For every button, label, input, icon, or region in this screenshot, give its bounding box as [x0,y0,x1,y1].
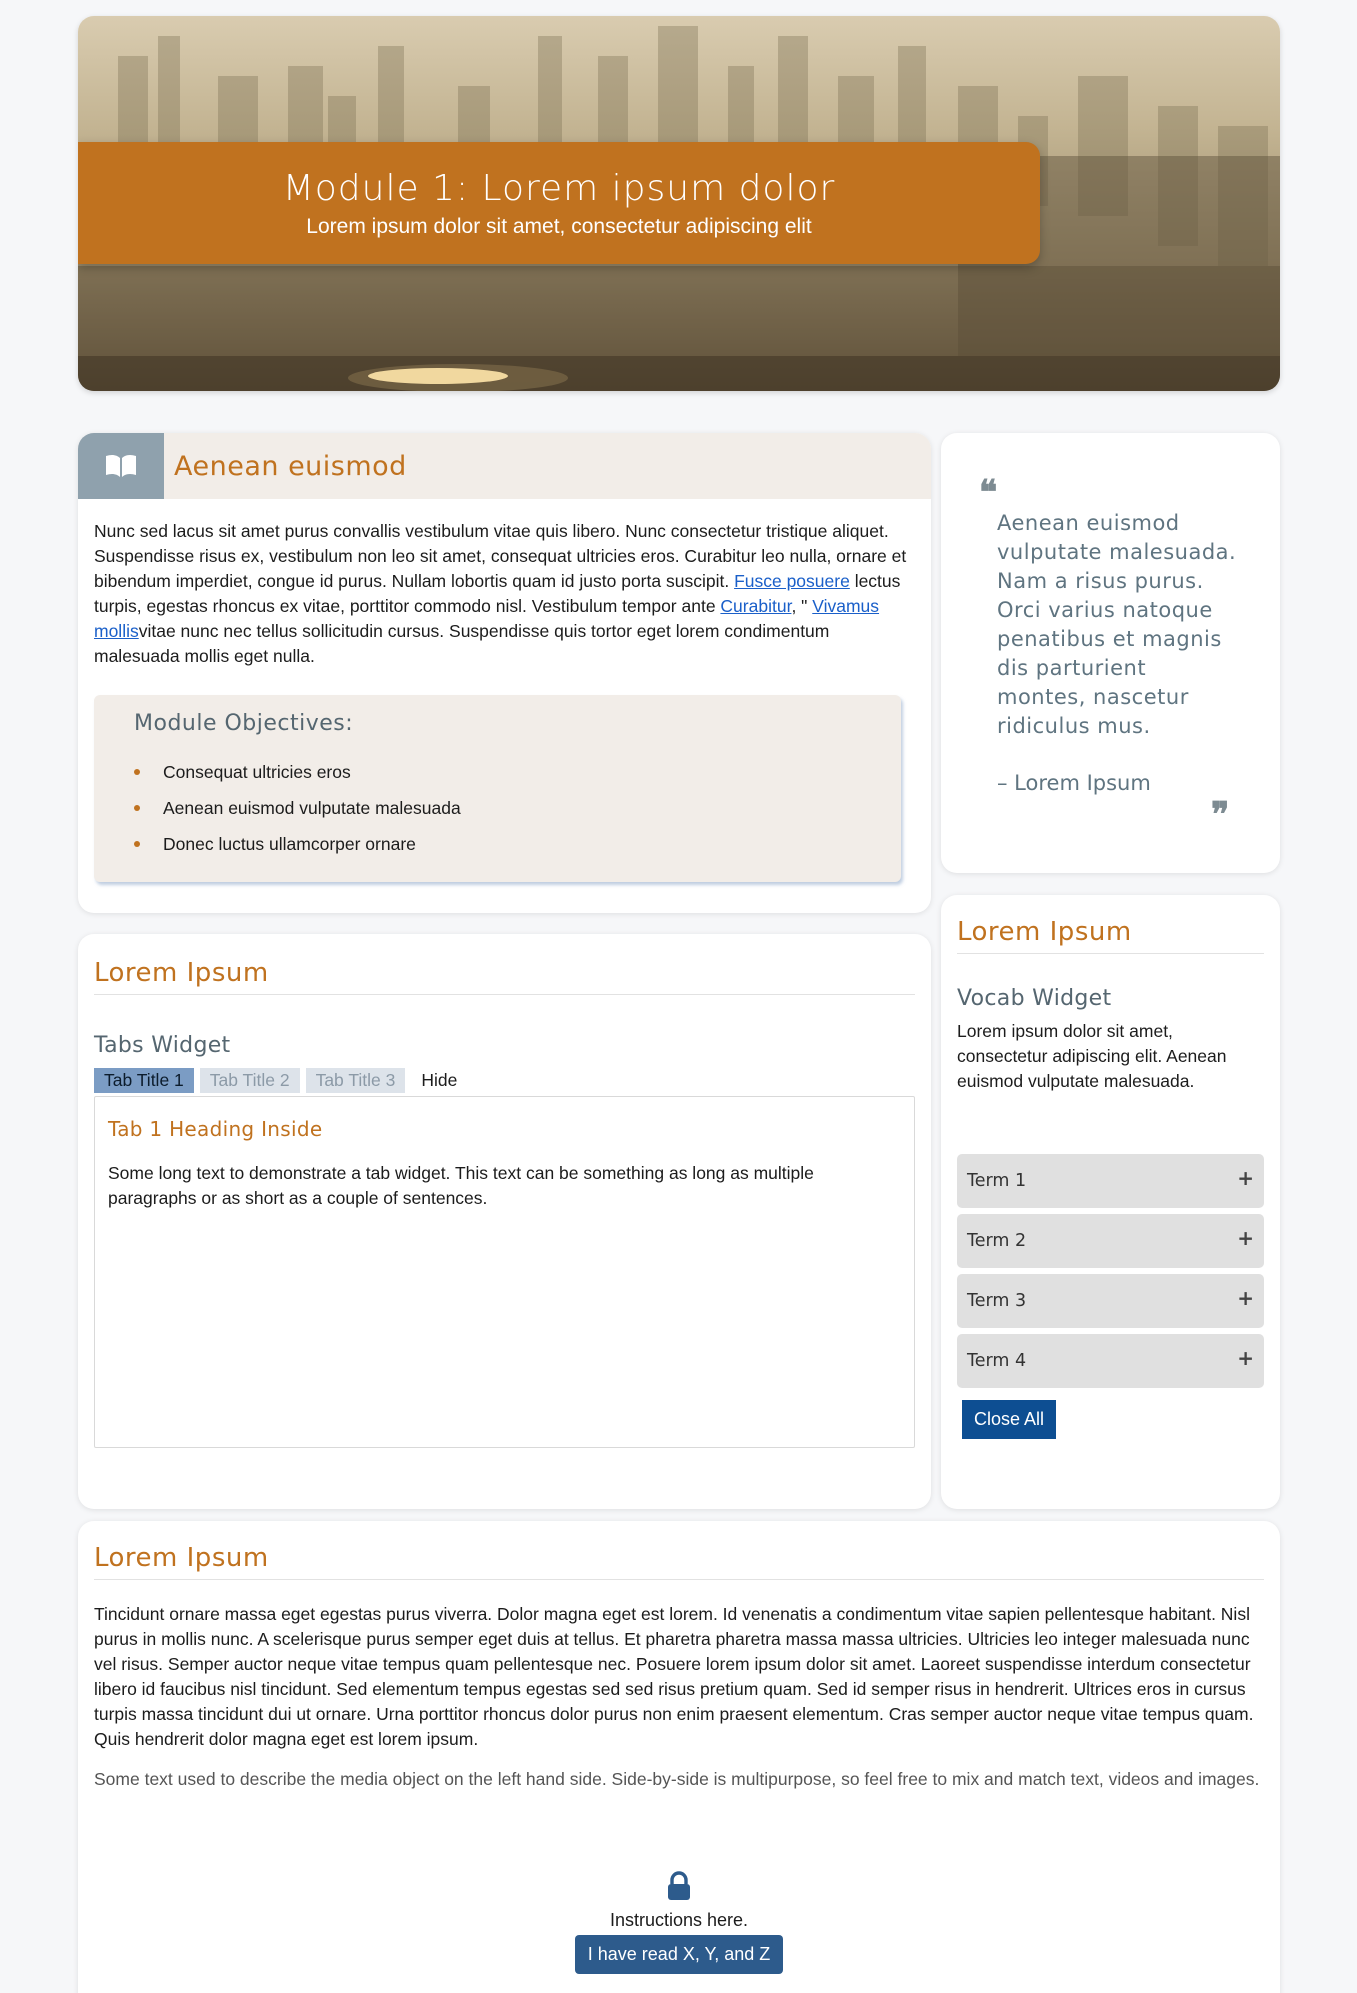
vocab-widget-title: Vocab Widget [957,986,1112,1011]
vocab-term-3[interactable]: Term 3 + [957,1274,1264,1328]
vocab-card: Lorem Ipsum Vocab Widget Lorem ipsum dol… [941,895,1280,1509]
locked-content-gate: Instructions here. I have read X, Y, and… [78,1871,1280,1974]
objectives-title: Module Objectives: [134,711,354,736]
quote-card: ❝ Aenean euismod vulputate malesuada. Na… [941,433,1280,873]
confirm-read-button[interactable]: I have read X, Y, and Z [574,1935,784,1974]
intro-card-body: Nunc sed lacus sit amet purus convallis … [78,499,931,882]
term-label: Term 2 [967,1231,1027,1251]
vocab-term-4[interactable]: Term 4 + [957,1334,1264,1388]
body-paragraph: Tincidunt ornare massa eget egestas puru… [94,1604,1254,1749]
tab-heading: Tab 1 Heading Inside [108,1117,323,1141]
quote-text: Aenean euismod vulputate malesuada. Nam … [997,511,1237,738]
bottom-card-content: Lorem Ipsum Tincidunt ornare massa eget … [94,1543,1264,1792]
section-title: Lorem Ipsum [94,1543,1264,1580]
book-icon [78,433,164,499]
hide-tabs-button[interactable]: Hide [411,1068,467,1093]
intro-card-header: Aenean euismod [78,433,931,499]
vocab-term-1[interactable]: Term 1 + [957,1154,1264,1208]
page-subtitle: Lorem ipsum dolor sit amet, consectetur … [306,214,812,238]
instructions-text: Instructions here. [609,1910,749,1930]
hero-banner-image: Module 1: Lorem ipsum dolor Lorem ipsum … [78,16,1280,391]
close-quote-icon: ❞ [1211,795,1230,835]
section-title: Lorem Ipsum [94,958,915,995]
vocab-description: Lorem ipsum dolor sit amet, consectetur … [957,1021,1227,1091]
open-quote-icon: ❝ [979,473,998,513]
bottom-card: Lorem Ipsum Tincidunt ornare massa eget … [78,1521,1280,1993]
tab-panel: Tab 1 Heading Inside Some long text to d… [94,1096,915,1448]
list-item: Aenean euismod vulputate malesuada [134,790,861,826]
link-curabitur[interactable]: Curabitur [720,596,791,616]
page-title: Module 1: Lorem ipsum dolor [282,167,836,209]
term-label: Term 4 [967,1351,1027,1371]
list-item: Consequat ultricies eros [134,754,861,790]
tab-bar: Tab Title 1 Tab Title 2 Tab Title 3 Hide [94,1068,915,1093]
plus-icon[interactable]: + [1237,1286,1254,1310]
term-label: Term 3 [967,1291,1027,1311]
tabs-widget-title: Tabs Widget [94,1033,231,1058]
intro-text: vitae nunc nec tellus sollicitudin cursu… [94,621,830,666]
link-fusce-posuere[interactable]: Fusce posuere [734,571,850,591]
plus-icon[interactable]: + [1237,1346,1254,1370]
tabs-card-content: Lorem Ipsum Tabs Widget Tab Title 1 Tab … [94,958,915,1448]
list-item: Donec luctus ullamcorper ornare [134,826,861,862]
objectives-list: Consequat ultricies eros Aenean euismod … [134,754,861,862]
vocab-card-content: Lorem Ipsum Vocab Widget Lorem ipsum dol… [957,917,1264,1439]
term-label: Term 1 [967,1171,1027,1191]
hero-title-banner: Module 1: Lorem ipsum dolor Lorem ipsum … [78,142,1040,264]
intro-card: Aenean euismod Nunc sed lacus sit amet p… [78,433,931,913]
tab-title-1[interactable]: Tab Title 1 [94,1068,194,1093]
close-all-button[interactable]: Close All [962,1400,1057,1439]
plus-icon[interactable]: + [1237,1166,1254,1190]
section-title: Lorem Ipsum [957,917,1264,954]
vocab-term-2[interactable]: Term 2 + [957,1214,1264,1268]
intro-card-title: Aenean euismod [174,450,407,482]
intro-paragraph: Nunc sed lacus sit amet purus convallis … [94,519,915,669]
tabs-card: Lorem Ipsum Tabs Widget Tab Title 1 Tab … [78,934,931,1509]
module-objectives-box: Module Objectives: Consequat ultricies e… [94,695,901,882]
tab-title-2[interactable]: Tab Title 2 [199,1068,300,1093]
plus-icon[interactable]: + [1237,1226,1254,1250]
quote-author: – Lorem Ipsum [997,771,1151,795]
intro-text: , " [791,596,813,616]
lock-icon [78,1871,1280,1906]
tab-text: Some long text to demonstrate a tab widg… [108,1163,814,1208]
tab-title-3[interactable]: Tab Title 3 [305,1068,406,1093]
